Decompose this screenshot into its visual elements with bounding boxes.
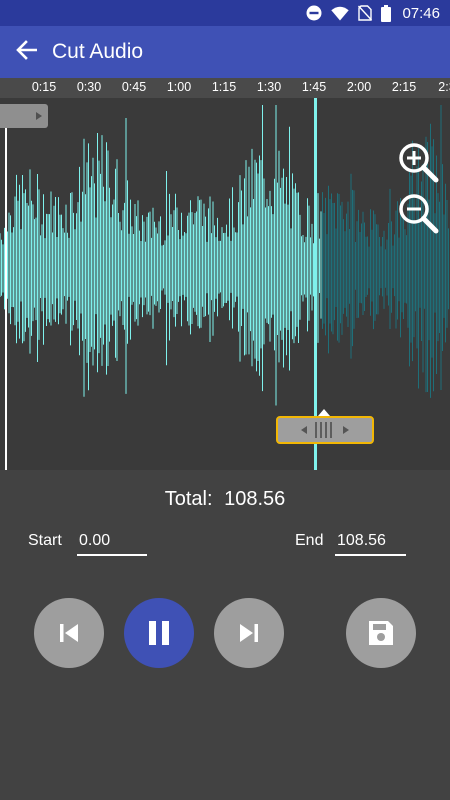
save-icon [369, 621, 393, 645]
timeline-tick: 2:3 [438, 80, 450, 94]
status-time: 07:46 [402, 4, 440, 22]
skip-next-icon [240, 624, 258, 642]
arrow-back-icon [15, 39, 38, 66]
status-icons: 07:46 [306, 0, 440, 26]
app-bar: Cut Audio [0, 26, 450, 78]
end-time-input[interactable] [335, 528, 406, 556]
end-marker-arrow [318, 409, 330, 416]
chevron-right-icon [343, 426, 349, 434]
timeline-tick: 2:00 [346, 80, 372, 94]
battery-icon [381, 4, 392, 22]
timeline-tick: 2:15 [391, 80, 417, 94]
start-marker-line [5, 128, 7, 470]
end-handle[interactable] [276, 416, 374, 444]
start-time-input[interactable] [77, 528, 147, 556]
wifi-icon [331, 6, 350, 21]
end-label: End [295, 532, 324, 549]
do-not-disturb-icon [306, 5, 322, 21]
timeline: 0:15 0:30 0:45 1:00 1:15 1:30 1:45 2:00 … [0, 78, 450, 98]
timeline-tick: 0:15 [31, 80, 57, 94]
page-title: Cut Audio [52, 40, 144, 63]
timeline-tick: 1:30 [256, 80, 282, 94]
zoom-in-icon [399, 143, 439, 183]
zoom-out-button[interactable] [396, 191, 442, 237]
timeline-tick: 1:00 [166, 80, 192, 94]
timeline-tick: 0:30 [76, 80, 102, 94]
status-bar: 07:46 [0, 0, 450, 26]
pause-button[interactable] [124, 598, 194, 668]
skip-previous-button[interactable] [34, 598, 104, 668]
back-button[interactable] [0, 26, 52, 78]
skip-previous-icon [60, 624, 78, 642]
playhead [314, 98, 317, 470]
timeline-tick: 1:45 [301, 80, 327, 94]
grip-icon [315, 422, 335, 438]
zoom-in-button[interactable] [396, 140, 442, 186]
waveform-editor[interactable]: 0:15 0:30 0:45 1:00 1:15 1:30 1:45 2:00 … [0, 78, 450, 470]
save-button[interactable] [346, 598, 416, 668]
total-duration: Total: 108.56 [0, 488, 450, 511]
timeline-tick: 1:15 [211, 80, 237, 94]
total-value: 108.56 [224, 488, 286, 510]
no-sim-icon [358, 5, 373, 21]
start-label: Start [28, 532, 62, 549]
waveform[interactable] [0, 98, 450, 470]
timeline-tick: 0:45 [121, 80, 147, 94]
chevron-right-icon [36, 112, 42, 120]
waveform-bars [0, 105, 449, 406]
pause-icon [149, 621, 169, 645]
start-handle[interactable] [0, 104, 48, 128]
skip-next-button[interactable] [214, 598, 284, 668]
total-label: Total: [164, 488, 213, 510]
chevron-left-icon [301, 426, 307, 434]
zoom-out-icon [399, 194, 439, 234]
